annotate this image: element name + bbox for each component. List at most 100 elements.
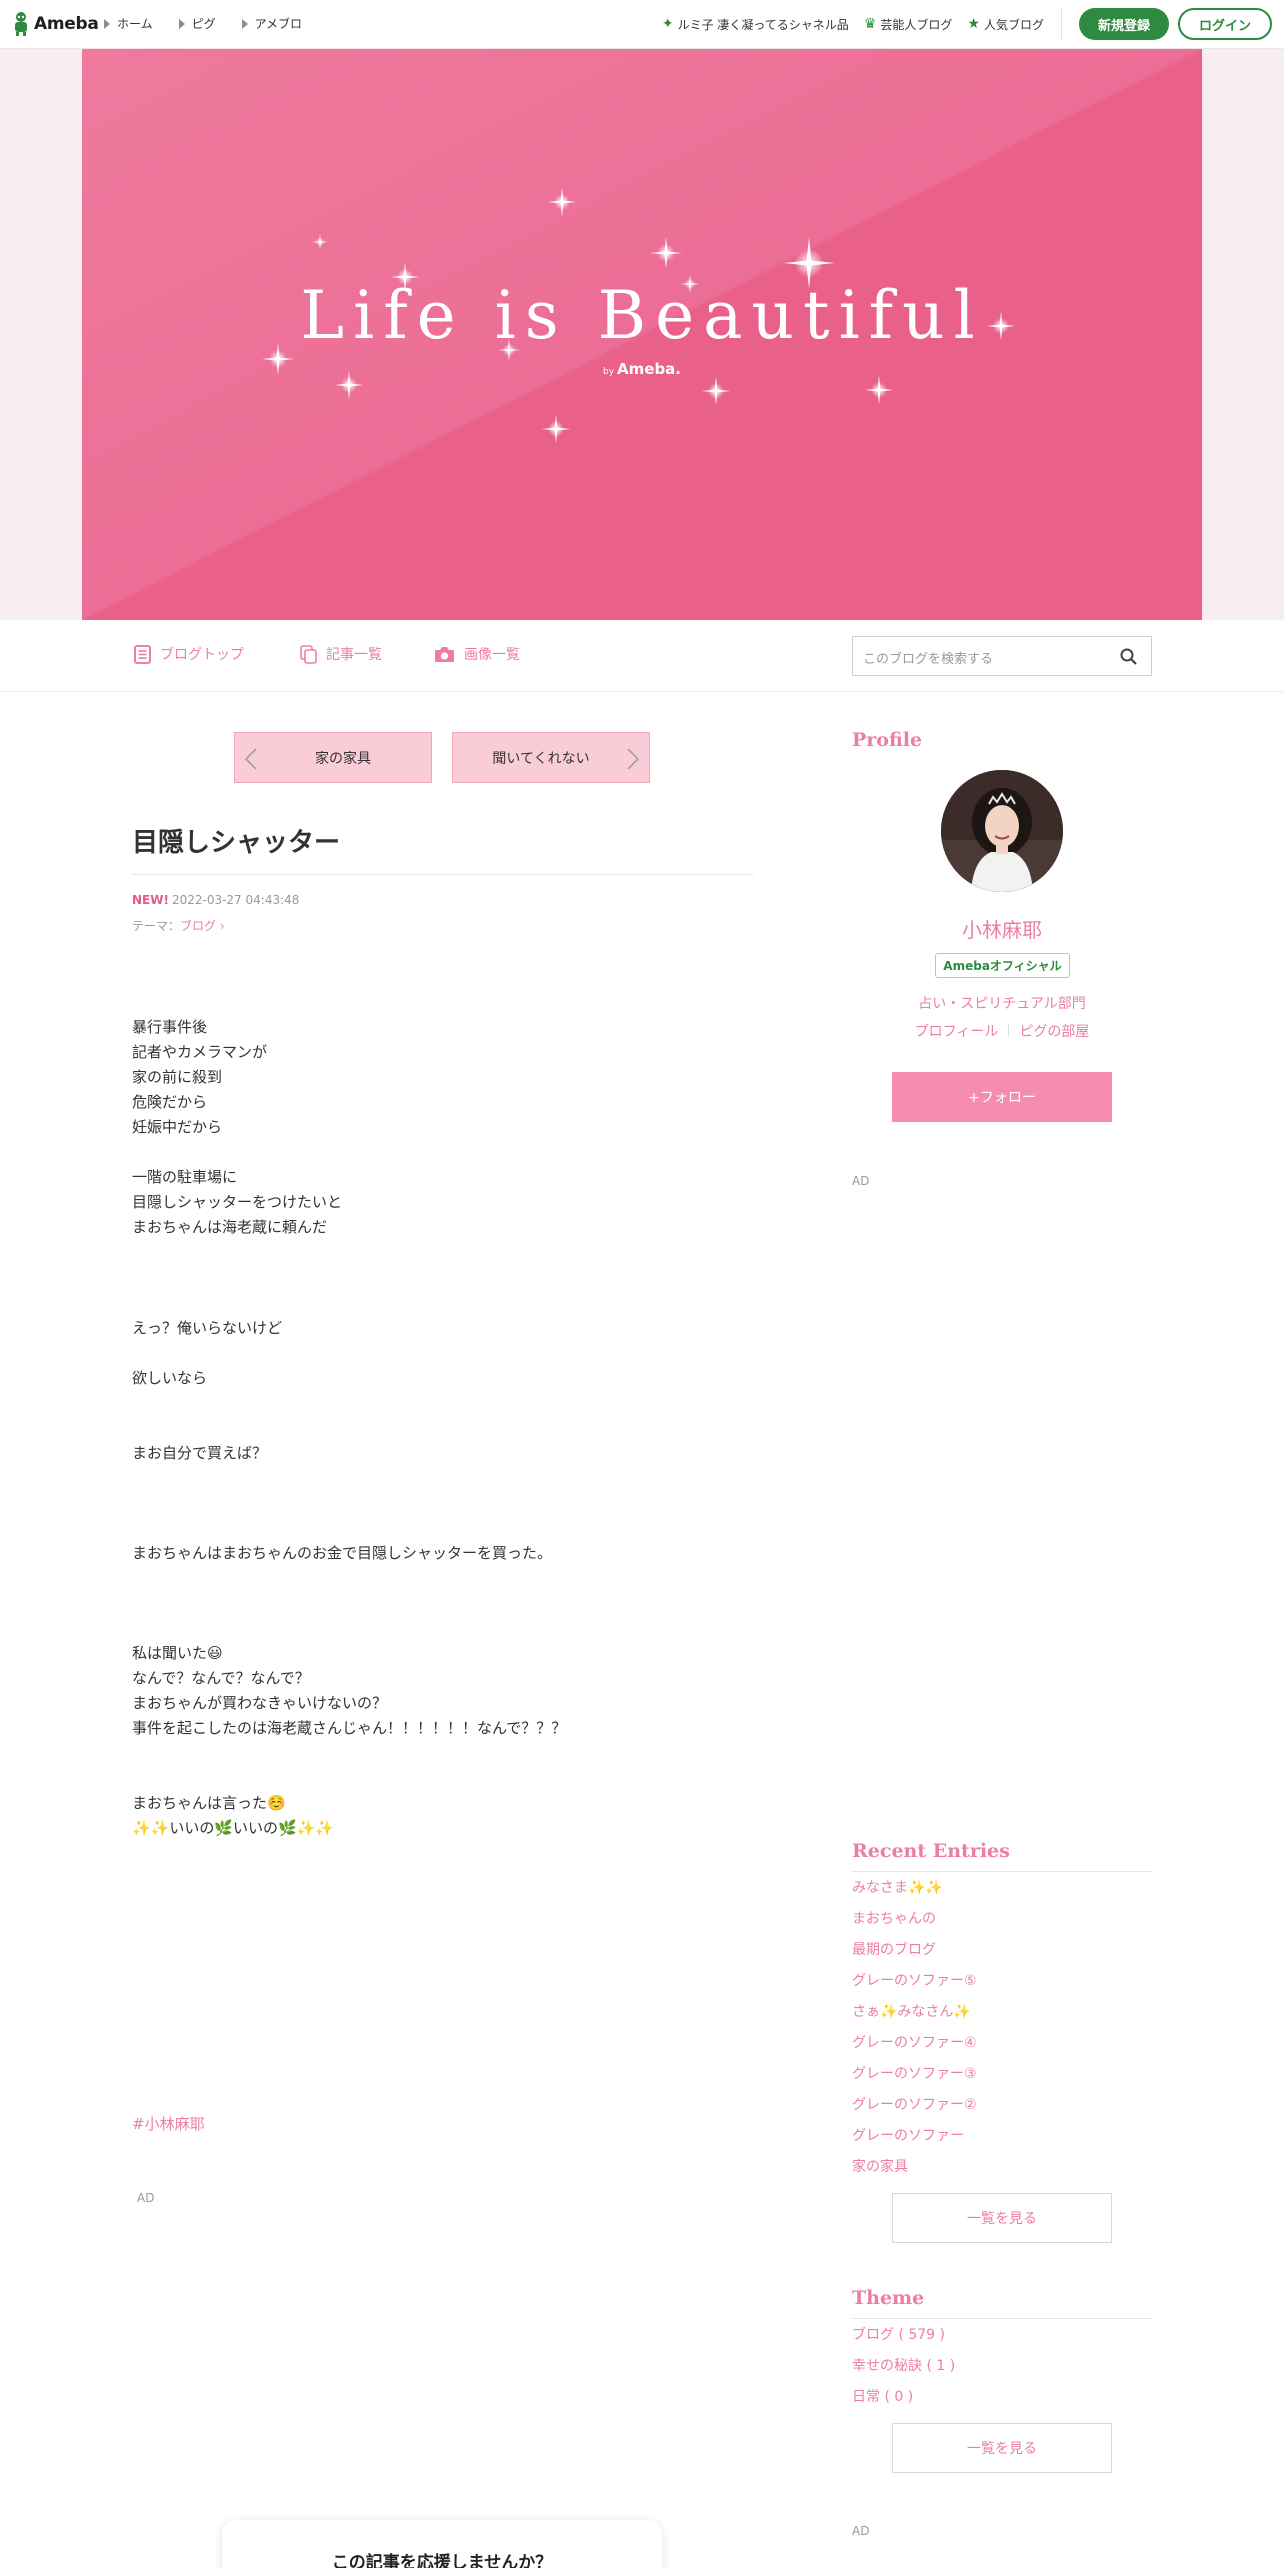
entry-paragraph: まお自分で買えば？ (132, 1444, 268, 1462)
banner-brand: Ameba. (617, 360, 682, 378)
ad-label: AD (137, 2191, 155, 2205)
profile-name[interactable]: 小林麻耶 (852, 914, 1152, 943)
theme-prefix: テーマ： (132, 919, 181, 933)
tab-entry-list[interactable]: 記事一覧 (300, 644, 382, 664)
next-entry-label: 聞いてくれない (492, 750, 590, 767)
list-item[interactable]: まおちゃんの (852, 1909, 977, 1940)
blog-search-input[interactable]: このブログを検索する (852, 636, 1152, 676)
pigg-room-link[interactable]: ピグの部屋 (1019, 1024, 1089, 1040)
global-nav: ホーム ピグ アメブロ (104, 15, 302, 32)
tab-blog-top[interactable]: ブログトップ (134, 644, 244, 664)
nav-home-label: ホーム (117, 17, 153, 31)
trend-link[interactable]: ✦ ルミ子 凄く凝ってるシャネル品 (662, 16, 849, 33)
blog-title: Life is Beautiful (300, 277, 984, 354)
entry-theme: テーマ：ブログ › (132, 917, 225, 934)
theme-link-label: ブログ (180, 919, 217, 933)
trend-link-label: ルミ子 凄く凝ってるシャネル品 (677, 17, 849, 32)
sparkle-icon: ✦ (661, 16, 674, 32)
support-prompt[interactable]: この記事を応援しませんか？ (222, 2520, 662, 2568)
list-item[interactable]: みなさま✨✨ (852, 1878, 977, 1909)
recent-entries-heading: Recent Entries (852, 1840, 1010, 1862)
profile-avatar[interactable] (941, 770, 1063, 892)
tab-entry-list-label: 記事一覧 (326, 647, 382, 663)
title-divider (132, 874, 754, 875)
tab-image-list[interactable]: 画像一覧 (434, 644, 520, 664)
entry-paragraph: まおちゃんはまおちゃんのお金で目隠しシャッターを買った。 (132, 1544, 553, 1562)
caret-right-icon (178, 18, 185, 29)
entry-date: 2022-03-27 04:43:48 (171, 893, 300, 907)
tab-blog-top-label: ブログトップ (160, 647, 244, 663)
banner-byline: by Ameba. (82, 360, 1202, 378)
entry-meta: NEW! 2022-03-27 04:43:48 (132, 893, 299, 907)
header-divider (1060, 8, 1062, 40)
heading-divider (852, 1871, 1152, 1872)
nav-pigg-label: ピグ (191, 17, 216, 31)
avatar-image (941, 770, 1063, 892)
list-item[interactable]: 最期のブログ (852, 1940, 977, 1971)
list-item[interactable]: 日常 ( 0 ) (852, 2387, 955, 2418)
list-item[interactable]: グレーのソファー④ (852, 2033, 977, 2064)
next-entry-button[interactable]: 聞いてくれない (452, 732, 650, 783)
list-item[interactable]: グレーのソファー③ (852, 2064, 977, 2095)
popular-blog-link[interactable]: ★ 人気ブログ (967, 16, 1044, 33)
support-prompt-text: この記事を応援しませんか？ (331, 2553, 553, 2568)
list-item[interactable]: さぁ✨みなさん✨ (852, 2002, 977, 2033)
header-actions: ✦ ルミ子 凄く凝ってるシャネル品 ♛ 芸能人ブログ ★ 人気ブログ 新規登録 … (662, 8, 1272, 40)
search-placeholder: このブログを検索する (863, 652, 994, 667)
entry-paragraph: 一階の駐車場に 目隠しシャッターをつけたいと まおちゃんは海老蔵に頼んだ (132, 1168, 343, 1236)
list-item[interactable]: 家の家具 (852, 2157, 977, 2188)
document-icon (134, 644, 151, 664)
see-all-entries-button[interactable]: 一覧を見る (892, 2193, 1112, 2243)
entry-paragraph: 暴行事件後 記者やカメラマンが 家の前に殺到 危険だから 妊娠中だから (132, 1018, 268, 1136)
sidebar-ad-label: AD (852, 1174, 870, 1188)
official-badge: Amebaオフィシャル (935, 953, 1070, 978)
list-item[interactable]: 幸せの秘訣 ( 1 ) (852, 2356, 955, 2387)
profile-link[interactable]: プロフィール (915, 1024, 999, 1040)
ameba-wordmark: Ameba (34, 14, 99, 34)
follow-button[interactable]: +フォロー (892, 1072, 1112, 1122)
ameba-mascot-icon (12, 11, 30, 37)
entry-paragraph: 私は聞いた😃 なんで？なんで？なんで？ まおちゃんが買わなきゃいけないの？ 事件… (132, 1644, 567, 1737)
prev-entry-button[interactable]: 家の家具 (234, 732, 432, 783)
recent-entries-list: みなさま✨✨ まおちゃんの 最期のブログ グレーのソファー⑤ さぁ✨みなさん✨ … (852, 1878, 977, 2188)
global-header: Ameba ホーム ピグ アメブロ ✦ ルミ子 凄く凝ってるシャネル品 ♛ 芸能… (0, 0, 1284, 49)
nav-home[interactable]: ホーム (104, 15, 153, 32)
link-divider (1008, 1024, 1010, 1037)
entry-paragraph: 欲しいなら (132, 1369, 208, 1387)
popular-blog-label: 人気ブログ (983, 17, 1044, 32)
celebrity-blog-label: 芸能人ブログ (880, 17, 953, 32)
entry-paragraph: えっ？俺いらないけど (132, 1319, 283, 1337)
ameba-logo[interactable]: Ameba (12, 11, 99, 37)
nav-pigg[interactable]: ピグ (178, 15, 216, 32)
entry-title[interactable]: 目隠しシャッター (132, 822, 340, 859)
list-item[interactable]: ブログ ( 579 ) (852, 2325, 955, 2356)
search-icon[interactable] (1120, 648, 1137, 665)
banner-by-label: by (602, 367, 615, 377)
see-all-themes-button[interactable]: 一覧を見る (892, 2423, 1112, 2473)
prev-entry-label: 家の家具 (315, 750, 371, 767)
hashtag-link[interactable]: #小林麻耶 (132, 2113, 205, 2134)
nav-ameblo-label: アメブロ (254, 17, 303, 31)
chevron-right-icon (627, 748, 639, 770)
star-icon: ★ (967, 16, 980, 32)
crown-icon: ♛ (863, 16, 877, 32)
sidebar-ad-label-2: AD (852, 2524, 870, 2538)
list-item[interactable]: グレーのソファー② (852, 2095, 977, 2126)
list-item[interactable]: グレーのソファー (852, 2126, 977, 2157)
new-badge: NEW! (132, 893, 169, 907)
celebrity-blog-link[interactable]: ♛ 芸能人ブログ (864, 16, 953, 33)
profile-heading: Profile (852, 729, 923, 751)
theme-heading: Theme (852, 2287, 925, 2309)
blog-nav: ブログトップ 記事一覧 画像一覧 このブログを検索する (0, 620, 1284, 692)
nav-ameblo[interactable]: アメブロ (241, 15, 303, 32)
login-button[interactable]: ログイン (1177, 8, 1272, 40)
tab-image-list-label: 画像一覧 (464, 647, 520, 663)
profile-links: プロフィール ピグの部屋 (852, 1021, 1152, 1041)
chevron-left-icon (245, 748, 257, 770)
signup-button[interactable]: 新規登録 (1078, 8, 1169, 40)
ranking-category-link[interactable]: 占い・スピリチュアル部門 (852, 993, 1152, 1013)
theme-link[interactable]: ブログ › (180, 919, 225, 933)
list-item[interactable]: グレーのソファー⑤ (852, 1971, 977, 2002)
heading-divider (852, 2318, 1152, 2319)
blog-header-banner[interactable]: Life is Beautiful by Ameba. (82, 49, 1202, 620)
